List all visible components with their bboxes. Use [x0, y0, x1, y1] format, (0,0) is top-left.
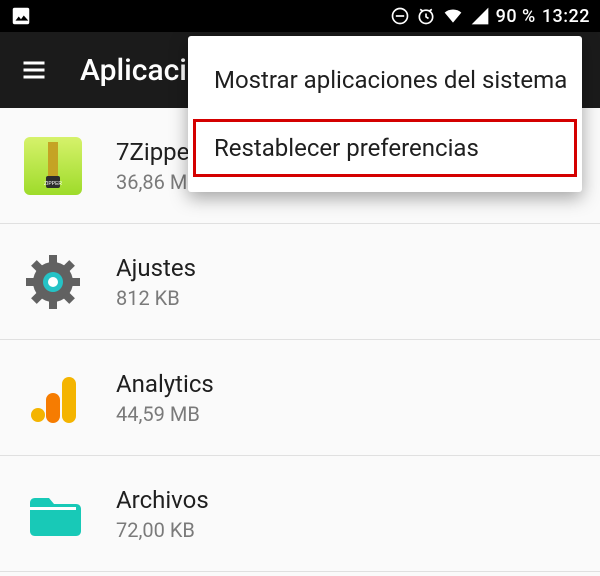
app-icon-archivos	[24, 485, 82, 543]
app-size: 44,59 MB	[116, 402, 214, 426]
hamburger-button[interactable]	[18, 54, 50, 86]
app-row[interactable]: Ajustes 812 KB	[0, 224, 600, 340]
app-size: 72,00 KB	[116, 518, 209, 542]
app-name: Archivos	[116, 486, 209, 514]
app-name: Analytics	[116, 370, 214, 398]
screen: 90 % 13:22 Aplicaciones ZIPPER 7Zipper 3…	[0, 0, 600, 576]
dnd-icon	[390, 6, 410, 26]
cellular-icon	[470, 6, 490, 26]
app-icon-7zipper: ZIPPER	[24, 137, 82, 195]
app-row[interactable]: Analytics 44,59 MB	[0, 340, 600, 456]
hamburger-icon	[20, 56, 48, 84]
app-name: Ajustes	[116, 254, 196, 282]
svg-text:ZIPPER: ZIPPER	[44, 181, 62, 187]
alarm-icon	[416, 6, 436, 26]
wifi-icon	[442, 6, 464, 26]
app-size: 812 KB	[116, 286, 196, 310]
menu-item-show-system-apps[interactable]: Mostrar aplicaciones del sistema	[188, 46, 582, 114]
battery-text: 90 %	[496, 6, 536, 27]
app-icon-analytics	[24, 369, 82, 427]
picture-icon	[10, 5, 32, 27]
overflow-menu: Mostrar aplicaciones del sistema Restabl…	[188, 36, 582, 192]
time-text: 13:22	[542, 6, 590, 27]
statusbar: 90 % 13:22	[0, 0, 600, 32]
app-icon-ajustes	[24, 253, 82, 311]
menu-item-reset-preferences[interactable]: Restablecer preferencias	[188, 114, 582, 182]
app-row[interactable]: Archivos 72,00 KB	[0, 456, 600, 572]
